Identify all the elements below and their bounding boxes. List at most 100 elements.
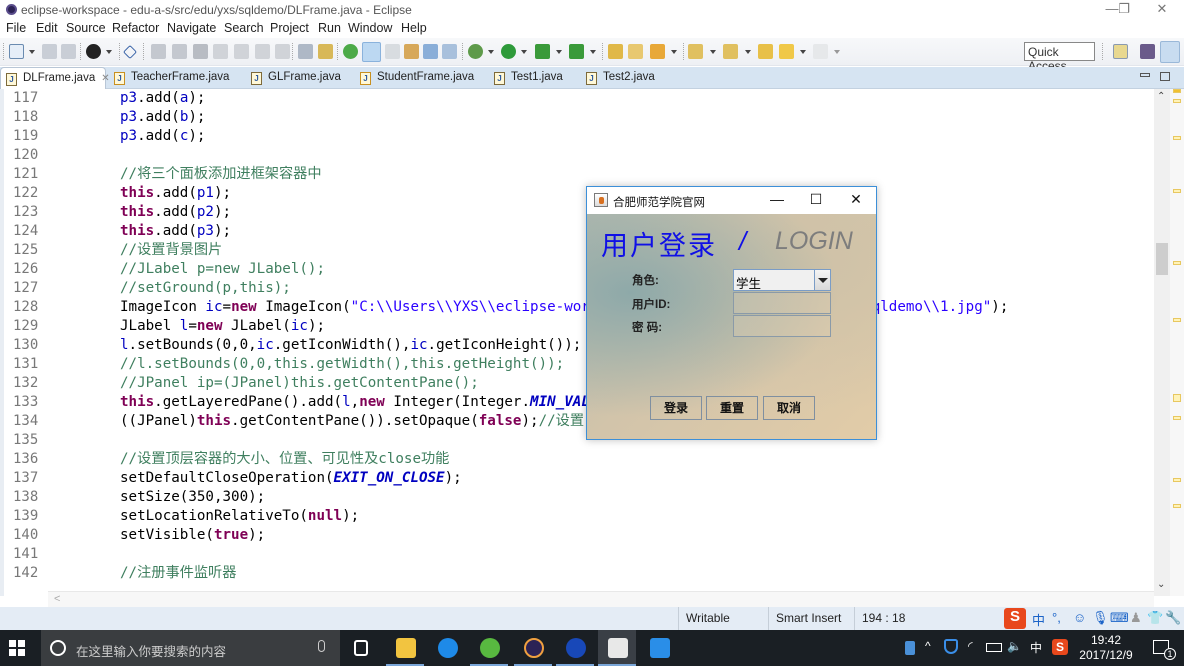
pilcrow-icon[interactable]: [442, 44, 457, 59]
step-return-icon[interactable]: [275, 44, 290, 59]
disconnect-icon[interactable]: [213, 44, 228, 59]
code-line[interactable]: 132 //JPanel ip=(JPanel)this.getContentPa…: [0, 374, 1150, 393]
login-button[interactable]: 登录: [650, 396, 702, 420]
code-line[interactable]: 135: [0, 431, 1150, 450]
ime-skin-icon[interactable]: 👕: [1147, 610, 1163, 626]
annotation-marker[interactable]: [1173, 189, 1181, 193]
ime-punct-icon[interactable]: °,: [1052, 610, 1061, 625]
userid-input[interactable]: [733, 292, 831, 314]
profile-icon[interactable]: [86, 44, 101, 59]
drop-to-frame-icon[interactable]: [318, 44, 333, 59]
scroll-up-icon[interactable]: ⌃: [1157, 91, 1165, 102]
menu-edit[interactable]: Edit: [36, 21, 58, 35]
dialog-close-button[interactable]: ✕: [846, 191, 866, 208]
code-line[interactable]: 122 this.add(p1);: [0, 184, 1150, 203]
code-line[interactable]: 127 //setGround(p,this);: [0, 279, 1150, 298]
code-line[interactable]: 139 setLocationRelativeTo(null);: [0, 507, 1150, 526]
taskbar-qq-browser[interactable]: [428, 630, 466, 666]
prev-annotation-icon[interactable]: [723, 44, 738, 59]
terminate-icon[interactable]: [193, 44, 208, 59]
code-line[interactable]: 117 p3.add(a);: [0, 89, 1150, 108]
ime-user-icon[interactable]: ♟: [1130, 610, 1142, 626]
show-whitespace-icon[interactable]: [404, 44, 419, 59]
ime-indicator[interactable]: 中: [1030, 639, 1042, 656]
maximize-view-icon[interactable]: [1160, 72, 1170, 81]
code-editor[interactable]: 117 p3.add(a); 118 p3.add(b); 119 p3.add(c); 1…: [0, 89, 1170, 596]
chevron-down-icon[interactable]: [710, 50, 716, 54]
sogou-ime-icon[interactable]: S: [1004, 608, 1026, 629]
role-select[interactable]: 学生: [733, 269, 831, 291]
menu-search[interactable]: Search: [224, 21, 264, 35]
scrollbar-thumb[interactable]: [1156, 243, 1168, 275]
annotation-marker[interactable]: [1173, 416, 1181, 420]
last-edit-icon[interactable]: [758, 44, 773, 59]
code-line[interactable]: 136 //设置顶层容器的大小、位置、可见性及close功能: [0, 450, 1150, 469]
ime-keyboard-icon[interactable]: ⌨: [1110, 610, 1129, 626]
dialog-maximize-button[interactable]: ☐: [806, 191, 826, 208]
new-icon[interactable]: [9, 44, 24, 59]
cortana-icon[interactable]: [50, 640, 66, 656]
code-line[interactable]: 130 l.setBounds(0,0,ic.getIconWidth(),ic.…: [0, 336, 1150, 355]
menu-project[interactable]: Project: [270, 21, 309, 35]
menu-refactor[interactable]: Refactor: [112, 21, 159, 35]
taskbar-wps[interactable]: [640, 630, 678, 666]
ime-voice-icon[interactable]: 🎙: [1092, 610, 1109, 626]
minimize-view-icon[interactable]: [1140, 73, 1150, 77]
scroll-left-icon[interactable]: <: [54, 593, 60, 605]
taskbar-network-app[interactable]: [556, 630, 594, 666]
tab-studentframe[interactable]: J StudentFrame.java: [355, 69, 474, 89]
menu-help[interactable]: Help: [401, 21, 427, 35]
annotation-marker[interactable]: [1173, 99, 1181, 103]
code-line[interactable]: 126 //JLabel p=new JLabel();: [0, 260, 1150, 279]
usb-icon[interactable]: [905, 641, 915, 655]
volume-icon[interactable]: 🔈: [1007, 639, 1022, 653]
annotation-marker[interactable]: [1173, 504, 1181, 508]
chevron-down-icon[interactable]: [834, 50, 840, 54]
code-line[interactable]: 137 setDefaultCloseOperation(EXIT_ON_CLOS…: [0, 469, 1150, 488]
chevron-down-icon[interactable]: [106, 50, 112, 54]
taskbar-360-browser[interactable]: [470, 630, 508, 666]
menu-source[interactable]: Source: [66, 21, 106, 35]
windows-start-icon[interactable]: [9, 640, 25, 656]
suspend-icon[interactable]: [172, 44, 187, 59]
open-perspective-icon[interactable]: [1113, 44, 1128, 59]
chevron-down-icon[interactable]: [800, 50, 806, 54]
block-selection-icon[interactable]: [385, 44, 400, 59]
quick-access-input[interactable]: Quick Access: [1024, 42, 1095, 73]
ime-emoji-icon[interactable]: ☺: [1073, 610, 1086, 625]
chevron-down-icon[interactable]: [590, 50, 596, 54]
code-line[interactable]: 134 ((JPanel)this.getContentPane()).setOp…: [0, 412, 1150, 431]
external-tools-icon[interactable]: [569, 44, 584, 59]
password-input[interactable]: [733, 315, 831, 337]
forward-icon[interactable]: [813, 44, 828, 59]
code-line[interactable]: 125 //设置背景图片: [0, 241, 1150, 260]
close-button[interactable]: ✕: [1144, 0, 1180, 20]
chevron-down-icon[interactable]: [488, 50, 494, 54]
horizontal-scrollbar[interactable]: <: [48, 591, 1154, 607]
warning-summary-icon[interactable]: [1173, 89, 1181, 93]
code-line[interactable]: 133 this.getLayeredPane().add(l,new Integ…: [0, 393, 1150, 412]
restore-button[interactable]: ❐: [1106, 0, 1142, 20]
wifi-icon[interactable]: ◜: [968, 639, 973, 653]
ime-mode-icon[interactable]: 中: [1032, 610, 1045, 629]
code-line[interactable]: 138 setSize(350,300);: [0, 488, 1150, 507]
chevron-down-icon[interactable]: [29, 50, 35, 54]
taskbar-file-explorer[interactable]: [386, 630, 424, 666]
tab-teacherframe[interactable]: J TeacherFrame.java: [109, 69, 229, 89]
taskbar-java-app[interactable]: [598, 630, 636, 666]
java-perspective-icon[interactable]: [1140, 44, 1155, 59]
chevron-down-icon[interactable]: [671, 50, 677, 54]
mark-occurrences-icon[interactable]: [362, 42, 381, 62]
save-icon[interactable]: [42, 44, 57, 59]
task-view-button[interactable]: [342, 630, 380, 666]
code-line[interactable]: 142 //注册事件监听器: [0, 564, 1150, 583]
reset-button[interactable]: 重置: [706, 396, 758, 420]
step-into-icon[interactable]: [234, 44, 249, 59]
taskbar-eclipse[interactable]: [514, 630, 552, 666]
microphone-icon[interactable]: [318, 640, 325, 652]
menu-run[interactable]: Run: [318, 21, 341, 35]
overview-ruler[interactable]: [1170, 89, 1184, 596]
back-icon[interactable]: [779, 44, 794, 59]
code-line[interactable]: 120: [0, 146, 1150, 165]
menu-file[interactable]: File: [6, 21, 26, 35]
